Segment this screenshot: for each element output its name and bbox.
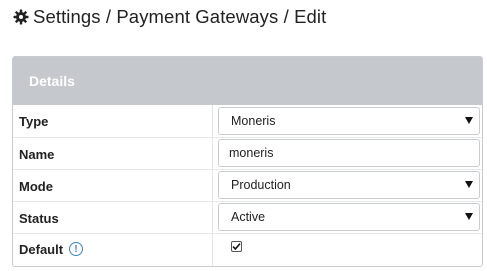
panel-heading: Details bbox=[13, 57, 482, 105]
mode-label: Mode bbox=[19, 178, 53, 194]
default-checkbox[interactable] bbox=[231, 241, 242, 252]
type-select-value: Moneris bbox=[231, 114, 276, 128]
default-row: Default ! bbox=[13, 233, 482, 265]
chevron-down-icon bbox=[465, 213, 473, 220]
default-label-text: Default bbox=[19, 241, 64, 257]
chevron-down-icon bbox=[465, 117, 473, 124]
page-title: Settings / Payment Gateways / Edit bbox=[33, 6, 327, 27]
mode-select[interactable]: Production bbox=[218, 171, 480, 199]
checkmark-icon bbox=[232, 243, 241, 251]
mode-select-value: Production bbox=[231, 178, 291, 192]
status-select[interactable]: Active bbox=[218, 203, 480, 231]
name-input-value: moneris bbox=[229, 146, 274, 160]
chevron-down-icon bbox=[465, 181, 473, 188]
name-input[interactable]: moneris bbox=[218, 139, 480, 167]
status-label: Status bbox=[19, 210, 59, 226]
name-label: Name bbox=[19, 146, 55, 162]
type-label: Type bbox=[19, 113, 49, 129]
type-select[interactable]: Moneris bbox=[218, 107, 480, 135]
status-select-value: Active bbox=[231, 210, 266, 224]
details-panel: Details Type Moneris Name moneris Mode P… bbox=[12, 56, 483, 267]
default-label: Default ! bbox=[13, 242, 213, 257]
page-header: Settings / Payment Gateways / Edit bbox=[12, 5, 326, 29]
gear-icon bbox=[12, 8, 30, 26]
info-icon[interactable]: ! bbox=[69, 242, 84, 256]
